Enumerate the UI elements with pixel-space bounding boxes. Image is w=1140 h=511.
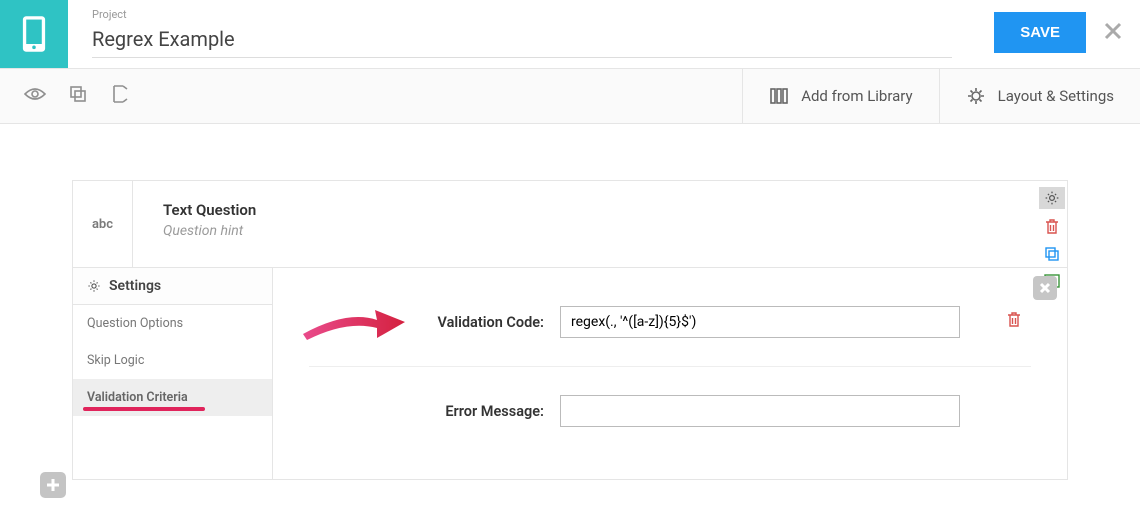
project-name-input[interactable]: Regrex Example <box>92 23 952 58</box>
sidebar-item-skip-logic[interactable]: Skip Logic <box>73 342 272 379</box>
error-message-label: Error Message: <box>309 403 544 420</box>
close-pane-button[interactable] <box>1033 276 1057 300</box>
add-question-button[interactable] <box>40 472 66 498</box>
preview-icon[interactable] <box>24 86 46 106</box>
copy-icon[interactable] <box>68 84 88 108</box>
layout-settings-label: Layout & Settings <box>998 87 1114 105</box>
arrow-annotation <box>297 300 407 350</box>
project-label: Project <box>92 8 952 21</box>
question-type-icon: abc <box>73 181 133 267</box>
active-underline <box>83 407 205 411</box>
sidebar-item-question-options[interactable]: Question Options <box>73 305 272 342</box>
save-button[interactable]: SAVE <box>994 12 1086 53</box>
add-from-library-button[interactable]: Add from Library <box>742 69 938 123</box>
settings-heading: Settings <box>73 268 272 305</box>
add-from-library-label: Add from Library <box>801 87 912 105</box>
question-title[interactable]: Text Question <box>163 201 256 219</box>
sidebar-item-validation-criteria[interactable]: Validation Criteria <box>73 379 272 416</box>
sidebar-item-label: Validation Criteria <box>87 390 188 405</box>
delete-validation-icon[interactable] <box>1007 312 1031 332</box>
validation-code-input[interactable] <box>560 306 960 338</box>
settings-heading-label: Settings <box>109 278 161 294</box>
layout-settings-button[interactable]: Layout & Settings <box>939 69 1140 123</box>
error-message-input[interactable] <box>560 395 960 427</box>
app-logo[interactable] <box>0 0 68 68</box>
question-hint[interactable]: Question hint <box>163 223 256 239</box>
trash-icon[interactable] <box>1043 218 1061 236</box>
close-icon[interactable] <box>1104 22 1122 44</box>
duplicate-icon[interactable] <box>1043 245 1061 263</box>
gear-icon[interactable] <box>1039 187 1065 209</box>
group-icon[interactable] <box>110 84 130 108</box>
divider <box>309 366 1031 367</box>
question-card: abc Text Question Question hint Settings… <box>72 180 1068 480</box>
gear-icon <box>87 279 101 293</box>
